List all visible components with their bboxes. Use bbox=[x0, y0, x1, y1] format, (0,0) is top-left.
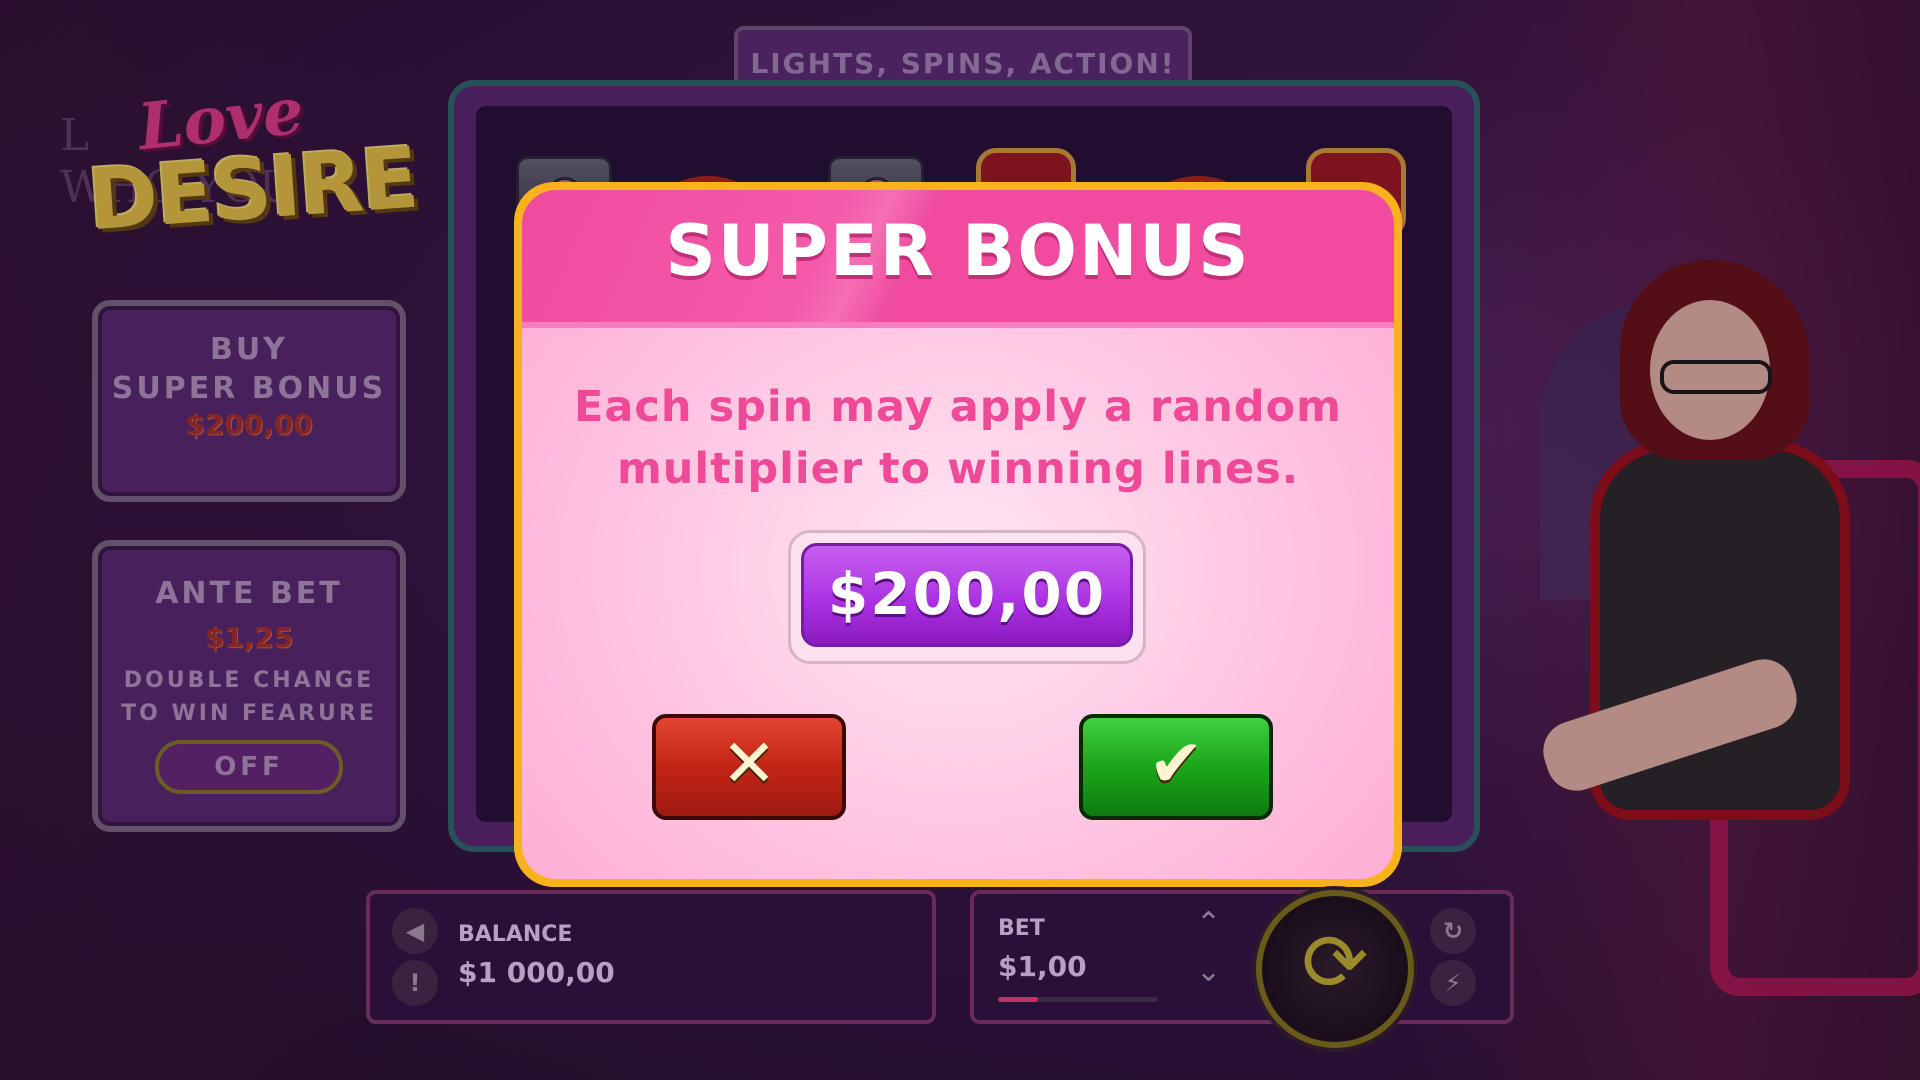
modal-body: SUPER BONUS Each spin may apply a random… bbox=[522, 190, 1394, 879]
modal-description-line1: Each spin may apply a random bbox=[574, 382, 1342, 432]
modal-description: Each spin may apply a random multiplier … bbox=[562, 376, 1354, 500]
balance-value: $1 000,00 bbox=[458, 956, 615, 989]
bonus-price-button[interactable]: $200,00 bbox=[801, 543, 1133, 647]
arrow-up-icon[interactable]: ⌃ bbox=[1196, 906, 1221, 941]
autoplay-icon[interactable]: ↻ bbox=[1430, 908, 1476, 954]
confirm-button[interactable]: ✔ bbox=[1079, 714, 1273, 820]
bet-label: BET bbox=[998, 916, 1045, 941]
balance-panel: ◀ ! BALANCE $1 000,00 bbox=[366, 890, 936, 1024]
modal-header: SUPER BONUS bbox=[522, 190, 1394, 328]
price-frame: $200,00 bbox=[788, 530, 1146, 664]
balance-label: BALANCE bbox=[458, 922, 573, 947]
info-icon[interactable]: ! bbox=[392, 960, 438, 1006]
arrow-down-icon[interactable]: ⌄ bbox=[1196, 954, 1221, 989]
check-icon: ✔ bbox=[1148, 725, 1204, 802]
bet-level-bar bbox=[998, 997, 1158, 1002]
spin-button[interactable]: ⟳ bbox=[1256, 890, 1414, 1048]
modal-description-line2: multiplier to winning lines. bbox=[616, 444, 1300, 494]
super-bonus-modal: SUPER BONUS Each spin may apply a random… bbox=[514, 182, 1402, 887]
bet-panel: BET $1,00 ⌃ ⌄ ↻ ⚡ bbox=[970, 890, 1514, 1024]
bet-value: $1,00 bbox=[998, 950, 1087, 983]
turbo-icon[interactable]: ⚡ bbox=[1430, 960, 1476, 1006]
close-icon: ✕ bbox=[721, 725, 777, 802]
bet-level-fill bbox=[998, 997, 1038, 1002]
sound-icon[interactable]: ◀ bbox=[392, 908, 438, 954]
modal-title: SUPER BONUS bbox=[665, 210, 1251, 292]
cancel-button[interactable]: ✕ bbox=[652, 714, 846, 820]
spin-icon: ⟳ bbox=[1301, 916, 1369, 1009]
